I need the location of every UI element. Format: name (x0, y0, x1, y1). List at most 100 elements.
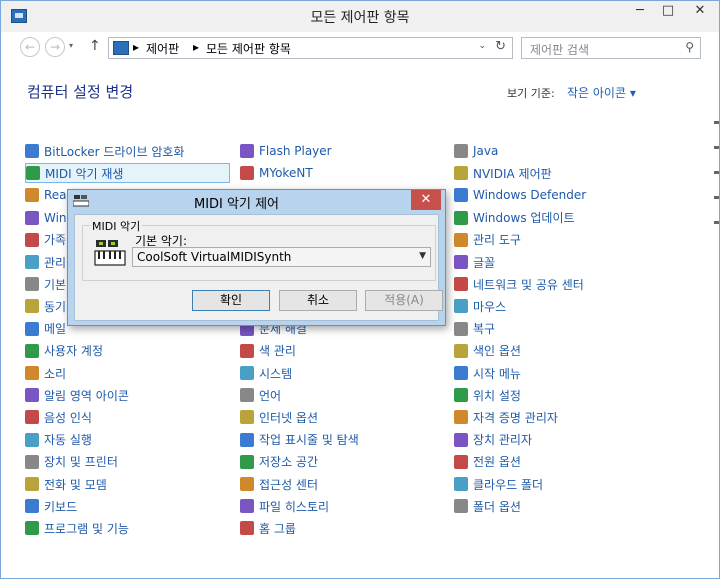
control-panel-item-autoplay[interactable]: 자동 실행 (25, 430, 230, 450)
chevron-down-icon[interactable]: ▼ (419, 251, 426, 261)
item-label: 접근성 센터 (259, 477, 319, 492)
control-panel-item-system[interactable]: 시스템 (240, 363, 445, 383)
control-panel-item-file-history[interactable]: 파일 히스토리 (240, 496, 445, 516)
breadcrumb-all-items[interactable]: 모든 제어판 항목 (206, 40, 291, 57)
instrument-select[interactable]: CoolSoft VirtualMIDISynth ▼ (132, 247, 431, 267)
control-panel-item-start-menu[interactable]: 시작 메뉴 (454, 363, 659, 383)
myokent-icon (240, 166, 254, 181)
control-panel-item-defender[interactable]: Windows Defender (454, 185, 659, 205)
apply-button[interactable]: 적용(A) (365, 290, 443, 311)
control-panel-item-cloud-folder[interactable]: 클라우드 폴더 (454, 474, 659, 494)
maximize-button[interactable]: □ (654, 1, 682, 23)
search-icon[interactable]: ⚲ (685, 40, 694, 54)
item-label: 언어 (259, 388, 282, 403)
item-label: 위치 설정 (473, 388, 521, 403)
control-panel-item-device-manager[interactable]: 장치 관리자 (454, 430, 659, 450)
control-panel-item-accessibility[interactable]: 접근성 센터 (240, 474, 445, 494)
title-bar: 모든 제어판 항목 ─ □ ✕ (1, 1, 719, 32)
address-bar[interactable]: ▸ 제어판 ▸ 모든 제어판 항목 ⌄ ↻ (108, 37, 513, 59)
control-panel-item-storage[interactable]: 저장소 공간 (240, 452, 445, 472)
control-panel-item-location[interactable]: 위치 설정 (454, 385, 659, 405)
language-icon (240, 388, 254, 403)
item-label: 소리 (44, 366, 67, 381)
item-label: Real (44, 188, 70, 203)
control-panel-item-bitlocker[interactable]: BitLocker 드라이브 암호화 (25, 141, 230, 161)
search-input[interactable]: 제어판 검색 ⚲ (521, 37, 701, 59)
control-panel-item-power[interactable]: 전원 옵션 (454, 452, 659, 472)
minimize-button[interactable]: ─ (626, 1, 654, 23)
windows-icon (25, 210, 39, 225)
cancel-button[interactable]: 취소 (279, 290, 357, 311)
dialog-close-button[interactable]: ✕ (411, 190, 441, 210)
view-by-label: 보기 기준: (507, 87, 555, 100)
navigation-bar: ← → ▾ ↑ ▸ 제어판 ▸ 모든 제어판 항목 ⌄ ↻ 제어판 검색 ⚲ (1, 32, 719, 62)
control-panel-item-myokent[interactable]: MYokeNT (240, 163, 445, 183)
control-panel-item-windows-update[interactable]: Windows 업데이트 (454, 208, 659, 228)
breadcrumb-control-panel[interactable]: 제어판 (146, 40, 179, 57)
accessibility-icon (240, 477, 254, 491)
control-panel-item-recovery[interactable]: 복구 (454, 319, 659, 339)
java-icon (454, 144, 468, 158)
item-label: 메일 (44, 322, 67, 337)
item-label: 장치 및 프린터 (44, 455, 118, 470)
control-panel-icon (113, 41, 129, 55)
control-panel-item-midi[interactable]: MIDI 악기 재생 (25, 163, 230, 184)
close-button[interactable]: ✕ (682, 1, 718, 23)
item-label: NVIDIA 제어판 (473, 166, 552, 181)
recent-locations-button[interactable]: ▾ (69, 41, 73, 50)
location-icon (454, 388, 468, 403)
item-label: 클라우드 폴더 (473, 477, 544, 492)
breadcrumb-separator[interactable]: ▸ (133, 40, 139, 54)
forward-button[interactable]: → (45, 37, 65, 57)
view-by-dropdown[interactable]: 작은 아이콘 ▾ (567, 84, 636, 101)
speaker-icon (25, 366, 39, 380)
dialog-body: MIDI 악기 기본 악기: CoolSoft VirtualMIDISynth… (74, 214, 443, 321)
item-label: 알림 영역 아이콘 (44, 388, 129, 403)
recovery-icon (454, 321, 468, 336)
fonts-icon (454, 255, 468, 269)
control-panel-item-flash[interactable]: Flash Player (240, 141, 445, 161)
control-panel-item-programs[interactable]: 프로그램 및 기능 (25, 518, 230, 538)
control-panel-item-credential[interactable]: 자격 증명 관리자 (454, 407, 659, 427)
control-panel-item-notification[interactable]: 알림 영역 아이콘 (25, 385, 230, 405)
ok-button[interactable]: 확인 (192, 290, 270, 311)
control-panel-item-homegroup[interactable]: 홈 그룹 (240, 518, 445, 538)
item-label: 자동 실행 (44, 433, 92, 448)
breadcrumb-separator[interactable]: ▸ (193, 40, 199, 54)
control-panel-item-network[interactable]: 네트워크 및 공유 센터 (454, 274, 659, 294)
programs-icon (25, 521, 39, 536)
control-panel-item-microphone[interactable]: 음성 인식 (25, 407, 230, 427)
color-management-icon (240, 343, 254, 358)
system-icon (240, 366, 254, 380)
control-panel-item-internet-options[interactable]: 인터넷 옵션 (240, 407, 445, 427)
internet-options-icon (240, 410, 254, 425)
nvidia-icon (454, 166, 468, 181)
instrument-select-value: CoolSoft VirtualMIDISynth (137, 250, 292, 264)
item-label: 네트워크 및 공유 센터 (473, 277, 584, 292)
control-panel-item-nvidia[interactable]: NVIDIA 제어판 (454, 163, 659, 183)
item-label: 장치 관리자 (473, 433, 533, 448)
control-panel-item-phone[interactable]: 전화 및 모뎀 (25, 474, 230, 494)
control-panel-item-speaker[interactable]: 소리 (25, 363, 230, 383)
control-panel-item-admin-tools[interactable]: 관리 도구 (454, 230, 659, 250)
item-label: 전화 및 모뎀 (44, 477, 107, 492)
control-panel-item-users[interactable]: 사용자 계정 (25, 341, 230, 361)
control-panel-item-language[interactable]: 언어 (240, 385, 445, 405)
control-panel-item-printer[interactable]: 장치 및 프린터 (25, 452, 230, 472)
control-panel-item-folder-options[interactable]: 폴더 옵션 (454, 496, 659, 516)
refresh-button[interactable]: ↻ (495, 39, 506, 54)
control-panel-item-fonts[interactable]: 글꼴 (454, 252, 659, 272)
control-panel-item-mouse[interactable]: 마우스 (454, 296, 659, 316)
up-button[interactable]: ↑ (89, 38, 101, 54)
storage-icon (240, 454, 254, 469)
control-panel-item-indexing[interactable]: 색인 옵션 (454, 341, 659, 361)
control-panel-item-taskbar[interactable]: 작업 표시줄 및 탐색 (240, 430, 445, 450)
back-button[interactable]: ← (20, 37, 40, 57)
control-panel-item-keyboard[interactable]: 키보드 (25, 496, 230, 516)
defender-icon (454, 188, 468, 203)
address-dropdown-button[interactable]: ⌄ (478, 41, 486, 51)
control-panel-item-java[interactable]: Java (454, 141, 659, 161)
notification-icon (25, 388, 39, 403)
control-panel-item-color-management[interactable]: 색 관리 (240, 341, 445, 361)
item-label: 폴더 옵션 (473, 499, 521, 514)
